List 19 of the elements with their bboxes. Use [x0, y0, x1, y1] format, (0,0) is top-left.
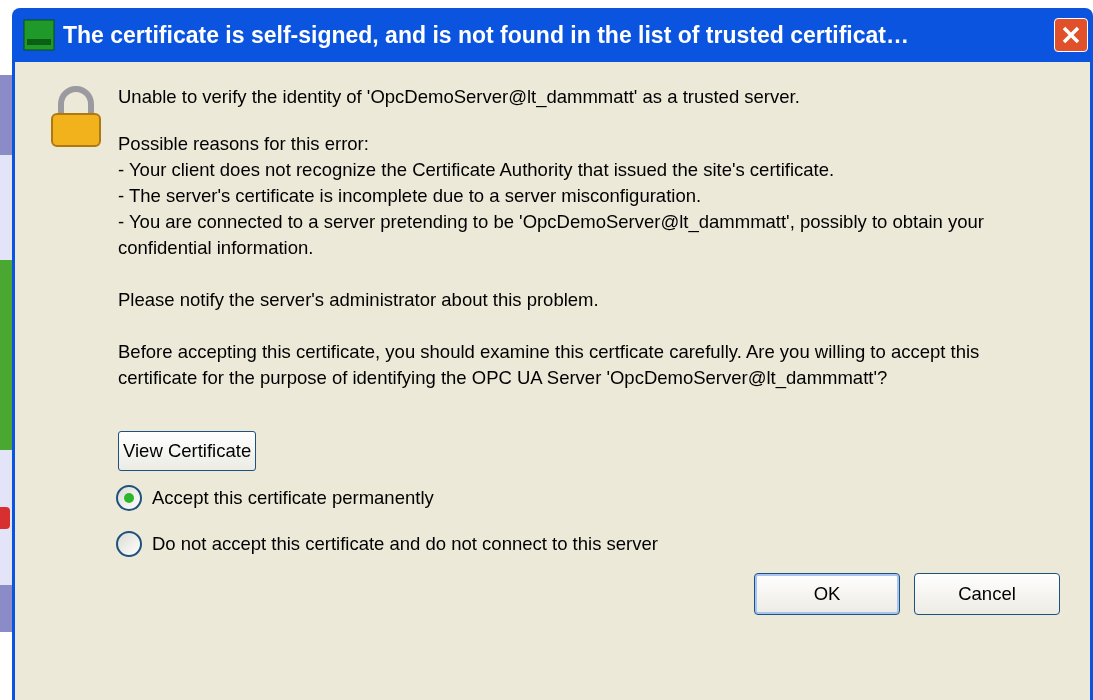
close-icon [1061, 25, 1081, 45]
notice-text: Please notify the server's administrator about this problem. [118, 288, 600, 312]
window-title: The certificate is self-signed, and is not found in the list of trusted certificat… [63, 20, 910, 50]
radio-button[interactable] [116, 531, 142, 557]
radio-button[interactable] [116, 485, 142, 511]
cancel-button[interactable]: Cancel [914, 573, 1060, 615]
reason-text: - The server's certificate is incomplete due to a server misconfiguration. [118, 184, 703, 208]
padlock-icon [49, 84, 103, 150]
reason-text: - Your client does not recognize the Certificate Authority that issued the site's certificate. [118, 158, 836, 182]
radio-option[interactable]: Accept this certificate permanently [116, 485, 1048, 511]
close-button[interactable] [1054, 18, 1088, 52]
app-icon [23, 19, 55, 51]
reason-text: - You are connected to a server pretending to be 'OpcDemoServer@lt_dammmatt', possibly to obtain your confidential information. [118, 210, 985, 260]
ok-button[interactable]: OK [754, 573, 900, 615]
view-certificate-button[interactable]: View Certificate [118, 431, 257, 471]
reasons-heading: Possible reasons for this error: [118, 132, 370, 156]
radio-option[interactable]: Do not accept this certificate and do not connect to this server [116, 531, 1048, 557]
question-text: Before accepting this certificate, you should examine this certficate carefully. Are you willing to accept this certificate for the purpose of identifying the OPC UA Server 'OpcDemoServer@lt_dammmatt'? [118, 340, 981, 391]
message-text: Unable to verify the identity of 'OpcDemoServer@lt_dammmatt' as a trusted server. [118, 85, 801, 110]
